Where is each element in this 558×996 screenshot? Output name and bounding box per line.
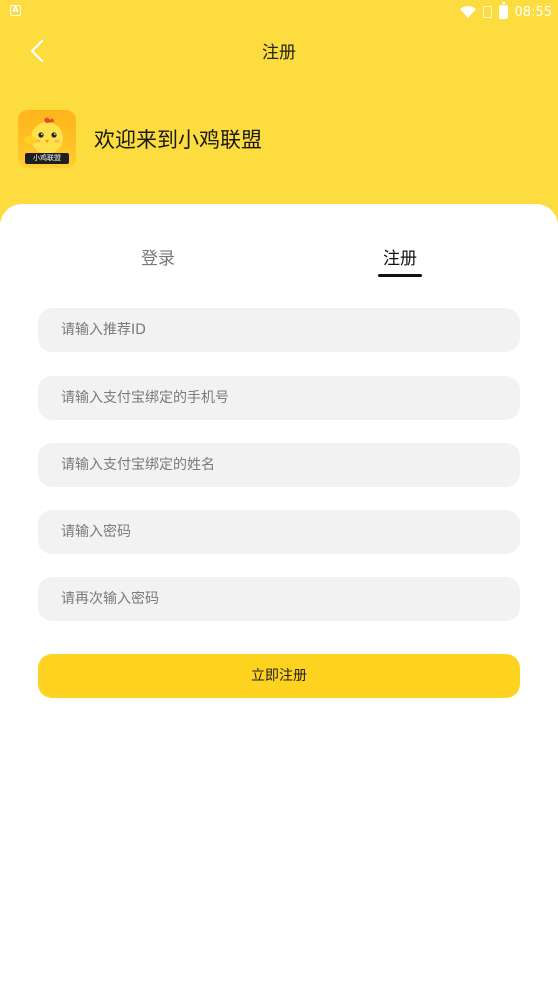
tab-login[interactable]: 登录 — [141, 244, 175, 269]
nav-bar: 注册 — [0, 24, 558, 78]
tab-bar: 登录 注册 — [0, 204, 558, 284]
app-logo: 小鸡联盟 — [18, 110, 76, 168]
notification-icon: A — [10, 5, 21, 16]
active-tab-indicator — [378, 274, 422, 277]
brand-section: 小鸡联盟 欢迎来到小鸡联盟 — [18, 110, 262, 168]
form-card: 登录 注册 立即注册 — [0, 204, 558, 996]
status-bar: A 08:55 — [0, 0, 558, 24]
battery-icon — [498, 2, 508, 19]
logo-text: 小鸡联盟 — [25, 153, 69, 164]
name-input[interactable] — [38, 443, 520, 487]
referrer-id-input[interactable] — [38, 308, 520, 352]
confirm-password-input[interactable] — [38, 577, 520, 621]
page-title: 注册 — [262, 43, 296, 63]
wifi-icon — [459, 6, 476, 18]
tab-register[interactable]: 注册 — [383, 244, 417, 269]
phone-input[interactable] — [38, 376, 520, 420]
welcome-text: 欢迎来到小鸡联盟 — [94, 128, 262, 152]
no-sim-icon — [482, 6, 492, 18]
register-button[interactable]: 立即注册 — [38, 654, 520, 698]
password-input[interactable] — [38, 510, 520, 554]
status-time: 08:55 — [514, 4, 552, 20]
